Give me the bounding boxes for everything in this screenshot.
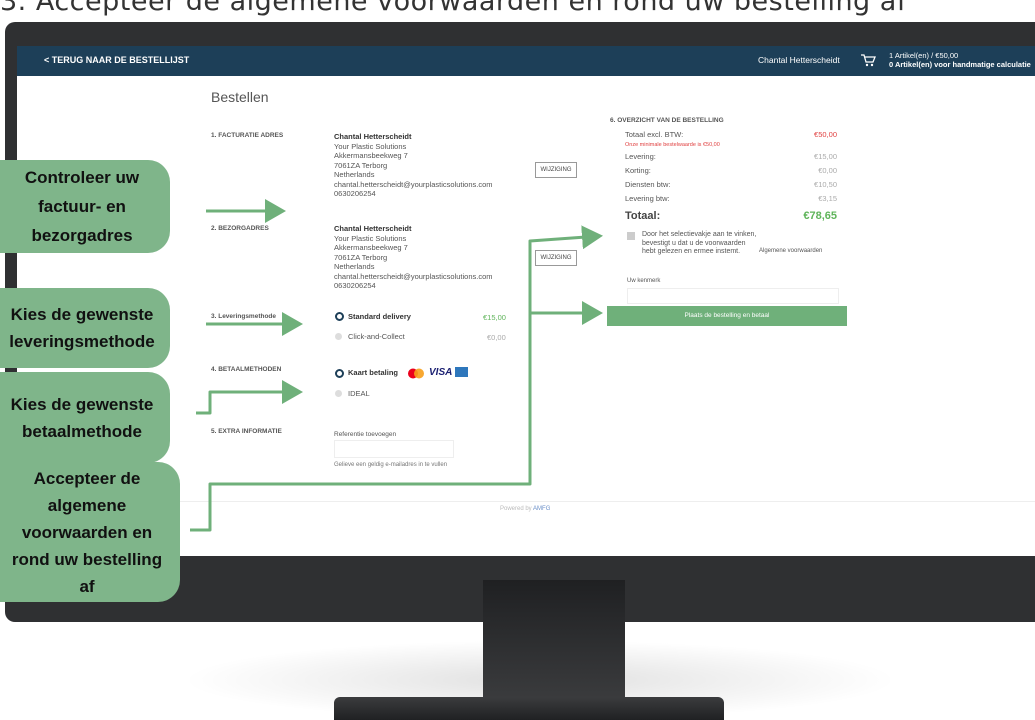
- callout-accept-terms: Accepteer de algemene voorwaarden en ron…: [0, 462, 180, 602]
- callout-choose-payment: Kies de gewenste betaalmethode: [0, 372, 170, 463]
- callout-choose-delivery: Kies de gewenste leveringsmethode: [0, 288, 170, 368]
- callout-check-address: Controleer uw factuur- en bezorgadres: [0, 160, 170, 253]
